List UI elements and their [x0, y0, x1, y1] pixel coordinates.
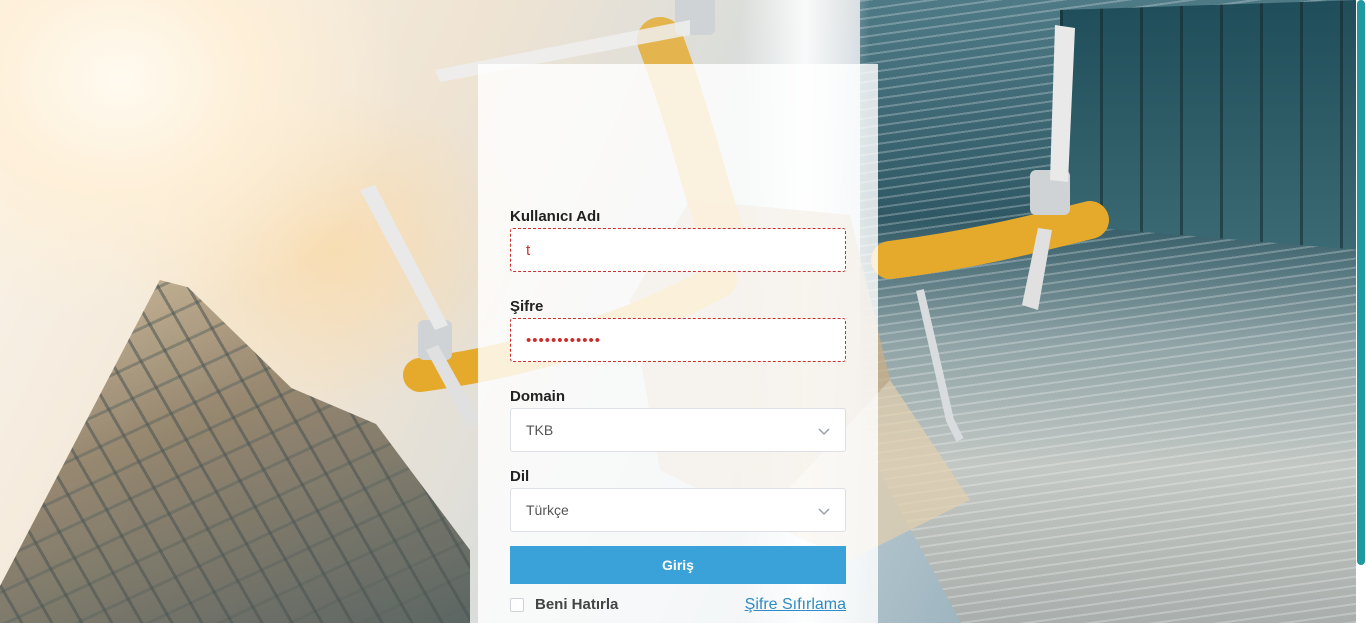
domain-label: Domain	[510, 388, 566, 405]
chevron-down-icon	[818, 508, 830, 516]
username-input[interactable]	[510, 228, 846, 272]
language-select[interactable]: Türkçe	[510, 488, 846, 532]
username-label: Kullanıcı Adı	[510, 208, 601, 225]
password-label: Şifre	[510, 298, 544, 315]
remember-label: Beni Hatırla	[535, 596, 619, 613]
language-select-value: Türkçe	[526, 502, 569, 518]
login-card: Kullanıcı Adı Şifre Domain TKB Dil Türkç…	[478, 64, 878, 634]
domain-select-value: TKB	[526, 422, 554, 438]
password-input[interactable]	[510, 318, 846, 362]
language-label: Dil	[510, 468, 530, 485]
scrollbar-thumb[interactable]	[1357, 0, 1365, 565]
remember-me[interactable]: Beni Hatırla	[510, 596, 618, 613]
page-scrollbar[interactable]	[1356, 0, 1366, 623]
remember-checkbox[interactable]	[510, 597, 524, 612]
password-reset-link[interactable]: Şifre Sıfırlama	[745, 596, 846, 614]
domain-select[interactable]: TKB	[510, 408, 846, 452]
chevron-down-icon	[818, 428, 830, 436]
login-button[interactable]: Giriş	[510, 546, 846, 584]
